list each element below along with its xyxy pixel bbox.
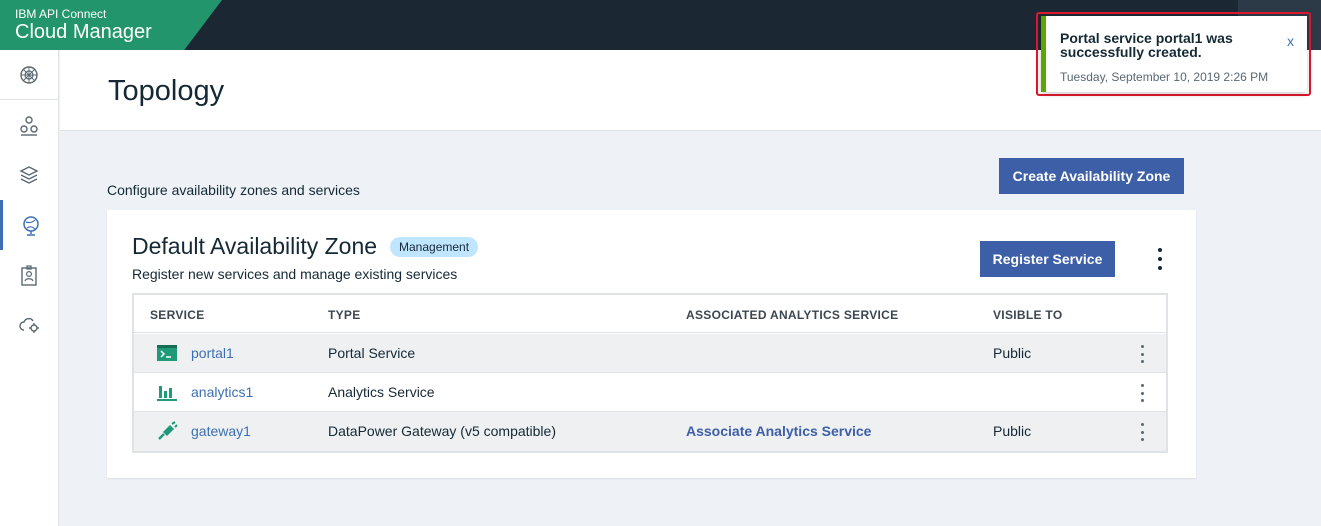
overflow-dot xyxy=(1140,391,1144,395)
overflow-dot xyxy=(1140,345,1144,348)
overflow-dot xyxy=(1158,265,1162,270)
sidebar xyxy=(0,50,59,526)
visible-to: Public xyxy=(993,345,1032,361)
sidebar-item-topology[interactable] xyxy=(0,200,58,250)
page-title: Topology xyxy=(108,75,225,107)
sidebar-item-settings[interactable] xyxy=(0,300,58,350)
sidebar-item-provider-orgs[interactable] xyxy=(0,100,58,150)
column-header-analytics[interactable]: ASSOCIATED ANALYTICS SERVICE xyxy=(686,308,898,322)
sidebar-item-members[interactable] xyxy=(0,250,58,300)
overflow-dot xyxy=(1140,430,1144,434)
table-header: SERVICE TYPE ASSOCIATED ANALYTICS SERVIC… xyxy=(134,295,1166,333)
availability-zone-card: Default Availability Zone Management Reg… xyxy=(107,210,1196,478)
brand-app-name: Cloud Manager xyxy=(15,21,152,43)
visible-to: Public xyxy=(993,423,1032,439)
service-name-link[interactable]: gateway1 xyxy=(191,423,251,439)
zone-description: Register new services and manage existin… xyxy=(132,266,458,282)
page-subtitle: Configure availability zones and service… xyxy=(107,182,360,198)
sidebar-item-resources[interactable] xyxy=(0,150,58,200)
resources-icon xyxy=(19,166,39,184)
column-header-visible-to[interactable]: VISIBLE TO xyxy=(993,308,1062,322)
service-type: Portal Service xyxy=(328,345,416,361)
overflow-dot xyxy=(1140,399,1144,402)
overflow-dot xyxy=(1158,256,1162,261)
overflow-dot xyxy=(1140,423,1144,426)
dashboard-icon xyxy=(20,66,38,84)
service-type: DataPower Gateway (v5 compatible) xyxy=(328,423,556,439)
column-header-type[interactable]: TYPE xyxy=(328,308,361,322)
row-overflow-menu[interactable] xyxy=(1138,384,1146,402)
brand-product: IBM API Connect xyxy=(15,7,107,21)
associate-analytics-link[interactable]: Associate Analytics Service xyxy=(686,423,871,439)
sidebar-item-dashboard[interactable] xyxy=(0,50,58,100)
members-icon xyxy=(21,265,37,286)
service-name-link[interactable]: portal1 xyxy=(191,345,234,361)
row-overflow-menu[interactable] xyxy=(1138,423,1146,441)
overflow-dot xyxy=(1140,384,1144,387)
overflow-dot xyxy=(1140,438,1144,441)
table-row[interactable]: portal1 Portal Service Public xyxy=(134,334,1166,373)
overflow-dot xyxy=(1158,248,1162,253)
zone-tag: Management xyxy=(390,237,479,257)
provider-orgs-icon xyxy=(20,116,38,136)
settings-icon xyxy=(19,317,39,333)
topology-icon xyxy=(22,216,39,236)
column-header-service[interactable]: SERVICE xyxy=(150,308,205,322)
success-toast: Portal service portal1 was successfully … xyxy=(1041,16,1307,92)
service-name-link[interactable]: analytics1 xyxy=(191,384,253,400)
service-type: Analytics Service xyxy=(328,384,435,400)
register-service-button[interactable]: Register Service xyxy=(980,241,1115,277)
analytics-icon xyxy=(157,386,177,401)
overflow-dot xyxy=(1140,352,1144,356)
services-table: SERVICE TYPE ASSOCIATED ANALYTICS SERVIC… xyxy=(132,293,1168,453)
portal-icon xyxy=(157,345,177,361)
zone-title: Default Availability Zone xyxy=(132,233,378,259)
zone-overflow-menu[interactable] xyxy=(1151,246,1169,272)
table-row[interactable]: gateway1 DataPower Gateway (v5 compatibl… xyxy=(134,412,1166,451)
toast-title: Portal service portal1 was successfully … xyxy=(1060,30,1233,60)
brand-banner[interactable]: IBM API Connect Cloud Manager xyxy=(0,0,222,50)
close-icon[interactable]: x xyxy=(1287,33,1294,49)
table-row[interactable]: analytics1 Analytics Service xyxy=(134,373,1166,412)
toast-timestamp: Tuesday, September 10, 2019 2:26 PM xyxy=(1060,70,1269,84)
overflow-dot xyxy=(1140,360,1144,363)
create-availability-zone-button[interactable]: Create Availability Zone xyxy=(999,158,1184,194)
gateway-icon xyxy=(158,421,178,440)
row-overflow-menu[interactable] xyxy=(1138,345,1146,363)
